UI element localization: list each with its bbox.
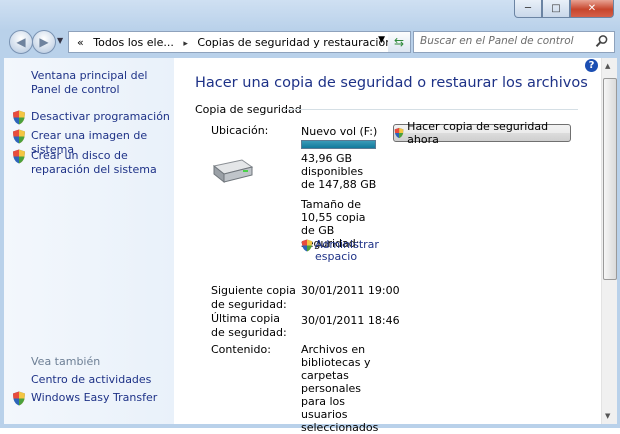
forward-button[interactable]: ▶ [32,30,56,54]
next-backup-label: Siguiente copia de seguridad: [211,284,296,311]
close-button[interactable]: ✕ [570,0,614,18]
section-divider [284,109,578,110]
contents-value: Archivos en bibliotecas y carpetas perso… [301,343,379,434]
free-space-text: 43,96 GB disponibles de 147,88 GB [301,152,377,191]
address-bar[interactable]: « Todos los ele... ▸ Copias de seguridad… [68,31,406,53]
control-panel-window: ─ □ ✕ ◀ ▶ ▼ « Todos los ele... ▸ Copias … [0,0,620,434]
scroll-up-icon[interactable]: ▲ [605,62,610,70]
search-icon[interactable] [595,34,609,48]
breadcrumb: « Todos los ele... ▸ Copias de seguridad… [77,36,412,49]
refresh-button[interactable]: ⇆ [388,31,411,53]
location-label: Ubicación: [211,124,269,137]
uac-shield-icon [13,110,25,125]
search-box[interactable] [413,31,615,53]
breadcrumb-separator-icon[interactable]: ▸ [183,39,188,49]
drive-usage-bar [301,140,376,149]
manage-space-label[interactable]: Administrar espacio [315,239,379,263]
address-dropdown-icon[interactable]: ▼ [378,35,385,45]
breadcrumb-item-all-items[interactable]: Todos los ele... [93,36,174,49]
scrollbar-thumb[interactable] [603,78,617,280]
recent-pages-dropdown[interactable]: ▼ [57,36,63,45]
search-input[interactable] [414,32,590,50]
uac-shield-icon [13,149,25,164]
manage-space-link[interactable]: Administrar espacio [301,239,379,263]
scroll-down-icon[interactable]: ▼ [605,412,610,420]
hard-drive-icon [212,159,254,184]
breadcrumb-item-backup[interactable]: Copias de seguridad y restauración [197,36,392,49]
maximize-button[interactable]: □ [542,0,570,18]
last-backup-value: 30/01/2011 18:46 [301,314,400,327]
task-create-repair-disc[interactable]: Crear un disco de reparación del sistema [12,149,172,177]
uac-shield-icon [13,129,25,144]
minimize-button[interactable]: ─ [514,0,542,18]
see-also-easy-transfer-label[interactable]: Windows Easy Transfer [31,391,157,406]
see-also-heading: Vea también [31,355,101,368]
task-disable-schedule-label[interactable]: Desactivar programación [31,110,170,124]
drive-usage-fill [302,141,375,148]
chevron-down-icon: ▼ [57,36,64,45]
backup-now-label: Hacer copia de seguridad ahora [407,120,549,146]
caption-buttons: ─ □ ✕ [514,0,614,18]
help-button[interactable]: ? [585,59,598,72]
uac-shield-icon [13,391,25,406]
drive-name: Nuevo vol (F:) [301,125,378,138]
page-title: Hacer una copia de seguridad o restaurar… [195,75,588,91]
backup-now-button[interactable]: Hacer copia de seguridad ahora [393,120,571,146]
refresh-icon: ⇆ [393,35,405,49]
arrow-right-icon: ▶ [39,35,49,49]
next-backup-value: 30/01/2011 19:00 [301,284,400,297]
main-content: Hacer una copia de seguridad o restaurar… [174,58,601,434]
back-button[interactable]: ◀ [9,30,33,54]
task-create-repair-disc-label[interactable]: Crear un disco de reparación del sistema [31,149,169,177]
arrow-left-icon: ◀ [16,35,26,49]
last-backup-label: Última copia de seguridad: [211,312,287,339]
task-pane: Ventana principal del Panel de control D… [4,58,174,424]
see-also-easy-transfer[interactable]: Windows Easy Transfer [12,391,157,406]
breadcrumb-overflow[interactable]: « [77,36,84,49]
uac-shield-icon [394,127,404,139]
control-panel-home-link[interactable]: Ventana principal del Panel de control [31,69,171,97]
see-also-action-center[interactable]: Centro de actividades [31,373,151,387]
contents-label: Contenido: [211,343,271,356]
uac-shield-icon [301,239,313,252]
vertical-scrollbar[interactable]: ▲ ▼ [601,58,617,424]
task-disable-schedule[interactable]: Desactivar programación [12,110,172,125]
